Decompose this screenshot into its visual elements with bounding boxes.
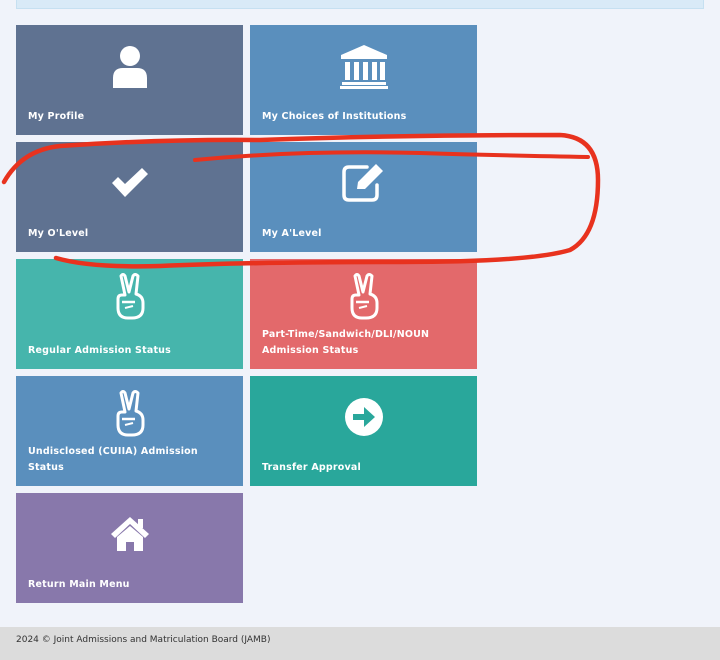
tile-my-choices-of-institutions[interactable]: My Choices of Institutions: [250, 25, 477, 135]
page-footer: 2024 © Joint Admissions and Matriculatio…: [0, 627, 720, 660]
tile-label: Return Main Menu: [28, 579, 130, 590]
tile-my-alevel[interactable]: My A'Level: [250, 142, 477, 252]
tile-label: My Profile: [28, 111, 85, 122]
tile-label: Undisclosed (CUIIA) Admission Status: [28, 446, 198, 473]
victory-hand-icon: [250, 271, 477, 321]
victory-hand-icon: [16, 388, 243, 438]
tile-regular-admission-status[interactable]: Regular Admission Status: [16, 259, 243, 369]
tile-undisclosed-admission-status[interactable]: Undisclosed (CUIIA) Admission Status: [16, 376, 243, 486]
tile-label: My O'Level: [28, 228, 89, 239]
tile-my-olevel[interactable]: My O'Level: [16, 142, 243, 252]
checkmark-icon: [16, 158, 243, 208]
tile-label: Part-Time/Sandwich/DLI/NOUN Admission St…: [262, 329, 430, 356]
tile-label: My A'Level: [262, 228, 322, 239]
tile-transfer-approval[interactable]: Transfer Approval: [250, 376, 477, 486]
tile-parttime-admission-status[interactable]: Part-Time/Sandwich/DLI/NOUN Admission St…: [250, 259, 477, 369]
notice-bar: [16, 0, 704, 9]
arrow-right-circle-icon: [250, 392, 477, 442]
tile-label: Transfer Approval: [262, 462, 361, 473]
edit-icon: [250, 158, 477, 208]
home-icon: [16, 509, 243, 559]
victory-hand-icon: [16, 271, 243, 321]
institution-icon: [250, 41, 477, 91]
user-icon: [16, 41, 243, 91]
tile-label: Regular Admission Status: [28, 345, 172, 356]
tile-return-main-menu[interactable]: Return Main Menu: [16, 493, 243, 603]
tile-label: My Choices of Institutions: [262, 111, 407, 122]
copyright-text: 2024 © Joint Admissions and Matriculatio…: [16, 635, 271, 645]
tile-my-profile[interactable]: My Profile: [16, 25, 243, 135]
